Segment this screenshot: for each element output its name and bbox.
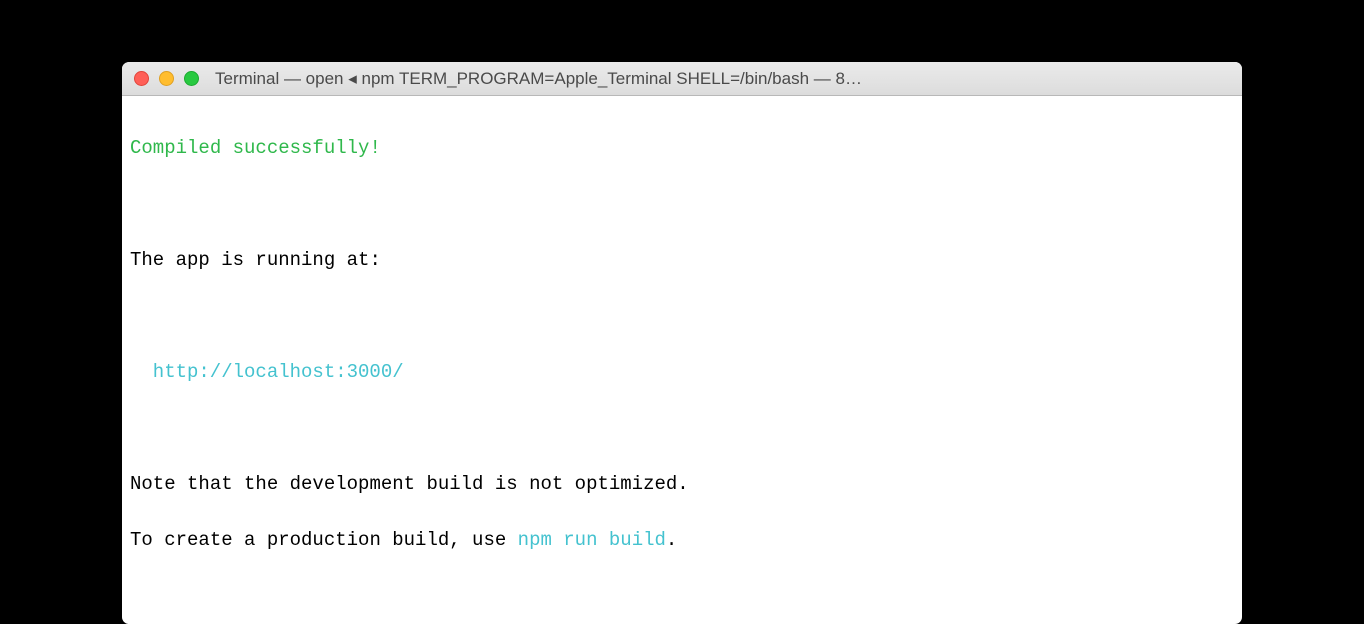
prod-suffix: . [666,529,677,551]
server-url: http://localhost:3000/ [130,358,1234,386]
running-at-label: The app is running at: [130,246,1234,274]
blank-line [130,190,1234,218]
compiled-status: Compiled successfully! [130,134,1234,162]
blank-line [130,414,1234,442]
close-button[interactable] [134,71,149,86]
terminal-output[interactable]: Compiled successfully! The app is runnin… [122,96,1242,624]
terminal-window: Terminal — open ◂ npm TERM_PROGRAM=Apple… [122,62,1242,624]
blank-line [130,302,1234,330]
title-bar[interactable]: Terminal — open ◂ npm TERM_PROGRAM=Apple… [122,62,1242,96]
traffic-lights [134,71,199,86]
prod-prefix: To create a production build, use [130,529,518,551]
prod-command: npm run build [518,529,666,551]
minimize-button[interactable] [159,71,174,86]
zoom-button[interactable] [184,71,199,86]
note-line: Note that the development build is not o… [130,470,1234,498]
window-title: Terminal — open ◂ npm TERM_PROGRAM=Apple… [215,69,1230,89]
production-hint: To create a production build, use npm ru… [130,526,1234,554]
